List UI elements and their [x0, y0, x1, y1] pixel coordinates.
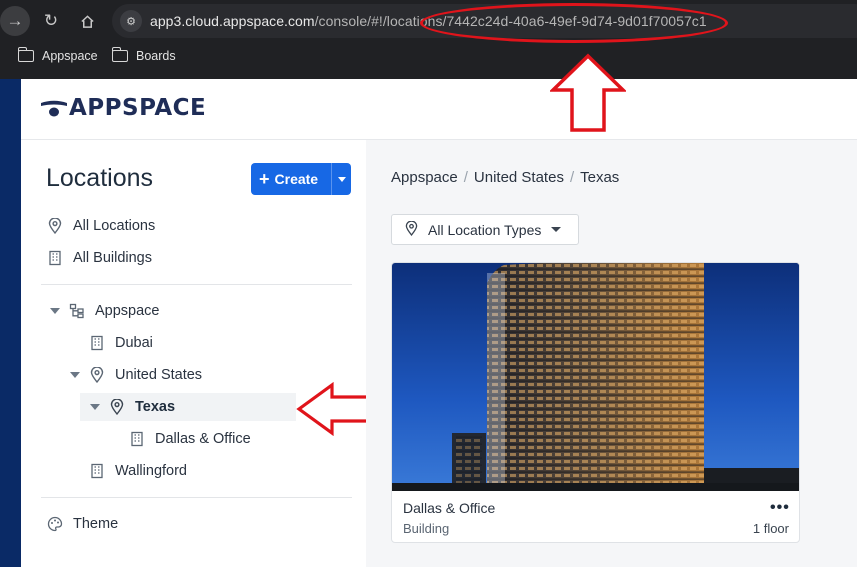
create-dropdown-toggle[interactable]	[332, 176, 351, 182]
folder-icon	[17, 47, 34, 62]
bookmark-appspace[interactable]: Appspace	[17, 47, 98, 63]
location-type-filter[interactable]: All Location Types	[391, 214, 579, 245]
sidebar-item-label: All Buildings	[73, 250, 152, 266]
tree-node-wallingford[interactable]: Wallingford	[89, 463, 187, 479]
sidebar-item-all-locations[interactable]: All Locations	[47, 218, 155, 234]
breadcrumb: Appspace / United States / Texas	[391, 169, 619, 186]
plus-icon: +	[259, 169, 270, 189]
logo-mark-icon	[41, 100, 67, 117]
breadcrumb-separator: /	[463, 169, 468, 186]
bookmark-label: Boards	[136, 49, 176, 63]
building-icon	[129, 431, 145, 447]
tree-node-label: United States	[115, 367, 203, 383]
main-content: Appspace / United States / Texas All Loc…	[366, 140, 857, 567]
logo-text: APPSPACE	[69, 95, 207, 121]
tree-node-label: Appspace	[95, 303, 160, 319]
bookmark-label: Appspace	[42, 49, 98, 63]
location-pin-icon	[47, 218, 63, 234]
site-settings-icon[interactable]: ⚙	[120, 10, 142, 32]
sidebar-item-label: All Locations	[73, 218, 156, 234]
tree-node-label: Dallas & Office	[155, 431, 251, 447]
app-header: APPSPACE	[21, 79, 857, 140]
reload-icon[interactable]: ↻	[36, 6, 66, 36]
global-nav-strip	[0, 79, 21, 567]
breadcrumb-item-current: Texas	[580, 169, 620, 186]
breadcrumb-item[interactable]: United States	[474, 169, 564, 186]
filter-label: All Location Types	[428, 221, 542, 238]
hierarchy-icon	[69, 303, 85, 319]
more-options-icon[interactable]: •••	[770, 499, 790, 517]
building-icon	[47, 250, 63, 266]
create-button[interactable]: + Create	[251, 163, 351, 195]
sidebar-title: Locations	[46, 164, 154, 192]
locations-sidebar: Locations + Create All Locations All Bui…	[21, 140, 366, 567]
tree-node-dubai[interactable]: Dubai	[89, 335, 153, 351]
caret-down-icon[interactable]	[90, 404, 100, 410]
divider	[41, 284, 352, 285]
location-pin-icon	[405, 219, 418, 239]
create-label: Create	[274, 171, 319, 187]
chevron-down-icon	[337, 176, 346, 182]
tree-node-dallas-office[interactable]: Dallas & Office	[129, 431, 251, 447]
folder-icon	[111, 47, 128, 62]
sidebar-item-all-buildings[interactable]: All Buildings	[47, 250, 152, 266]
tree-node-appspace[interactable]: Appspace	[50, 303, 160, 319]
divider	[41, 497, 352, 498]
building-photo	[392, 263, 799, 491]
location-card[interactable]: Dallas & Office Building ••• 1 floor	[391, 262, 800, 543]
sidebar-item-theme[interactable]: Theme	[47, 516, 118, 532]
tree-node-label: Texas	[135, 399, 176, 415]
annotation-ellipse	[420, 3, 728, 43]
location-pin-icon	[89, 367, 105, 383]
back-arrow-icon[interactable]: →	[0, 6, 30, 36]
tree-node-united-states[interactable]: United States	[70, 367, 202, 383]
building-icon	[89, 463, 105, 479]
breadcrumb-separator: /	[569, 169, 575, 186]
bookmarks-bar: Appspace Boards	[0, 44, 857, 72]
annotation-left-arrow	[296, 382, 373, 436]
caret-down-icon[interactable]	[70, 372, 80, 378]
appspace-logo[interactable]: APPSPACE	[41, 95, 206, 121]
annotation-up-arrow	[550, 53, 626, 132]
tree-node-label: Dubai	[115, 335, 153, 351]
breadcrumb-item[interactable]: Appspace	[391, 169, 458, 186]
tree-node-texas[interactable]: Texas	[90, 399, 175, 415]
card-title: Dallas & Office	[403, 500, 496, 516]
sidebar-item-label: Theme	[73, 516, 119, 532]
location-pin-icon	[109, 399, 125, 415]
browser-toolbar: → ↻ ⚙ app3.cloud.appspace.com/console/#!…	[0, 0, 857, 79]
card-type: Building	[403, 521, 450, 536]
bookmark-boards[interactable]: Boards	[111, 47, 176, 63]
chevron-down-icon	[551, 227, 562, 232]
caret-down-icon[interactable]	[50, 308, 60, 314]
create-main-button[interactable]: + Create	[251, 163, 332, 195]
palette-icon	[47, 516, 63, 532]
home-icon[interactable]	[72, 6, 102, 36]
card-floor-count: 1 floor	[752, 521, 789, 536]
tree-node-label: Wallingford	[115, 463, 187, 479]
url-host: app3.cloud.appspace.com	[150, 13, 315, 29]
building-icon	[89, 335, 105, 351]
